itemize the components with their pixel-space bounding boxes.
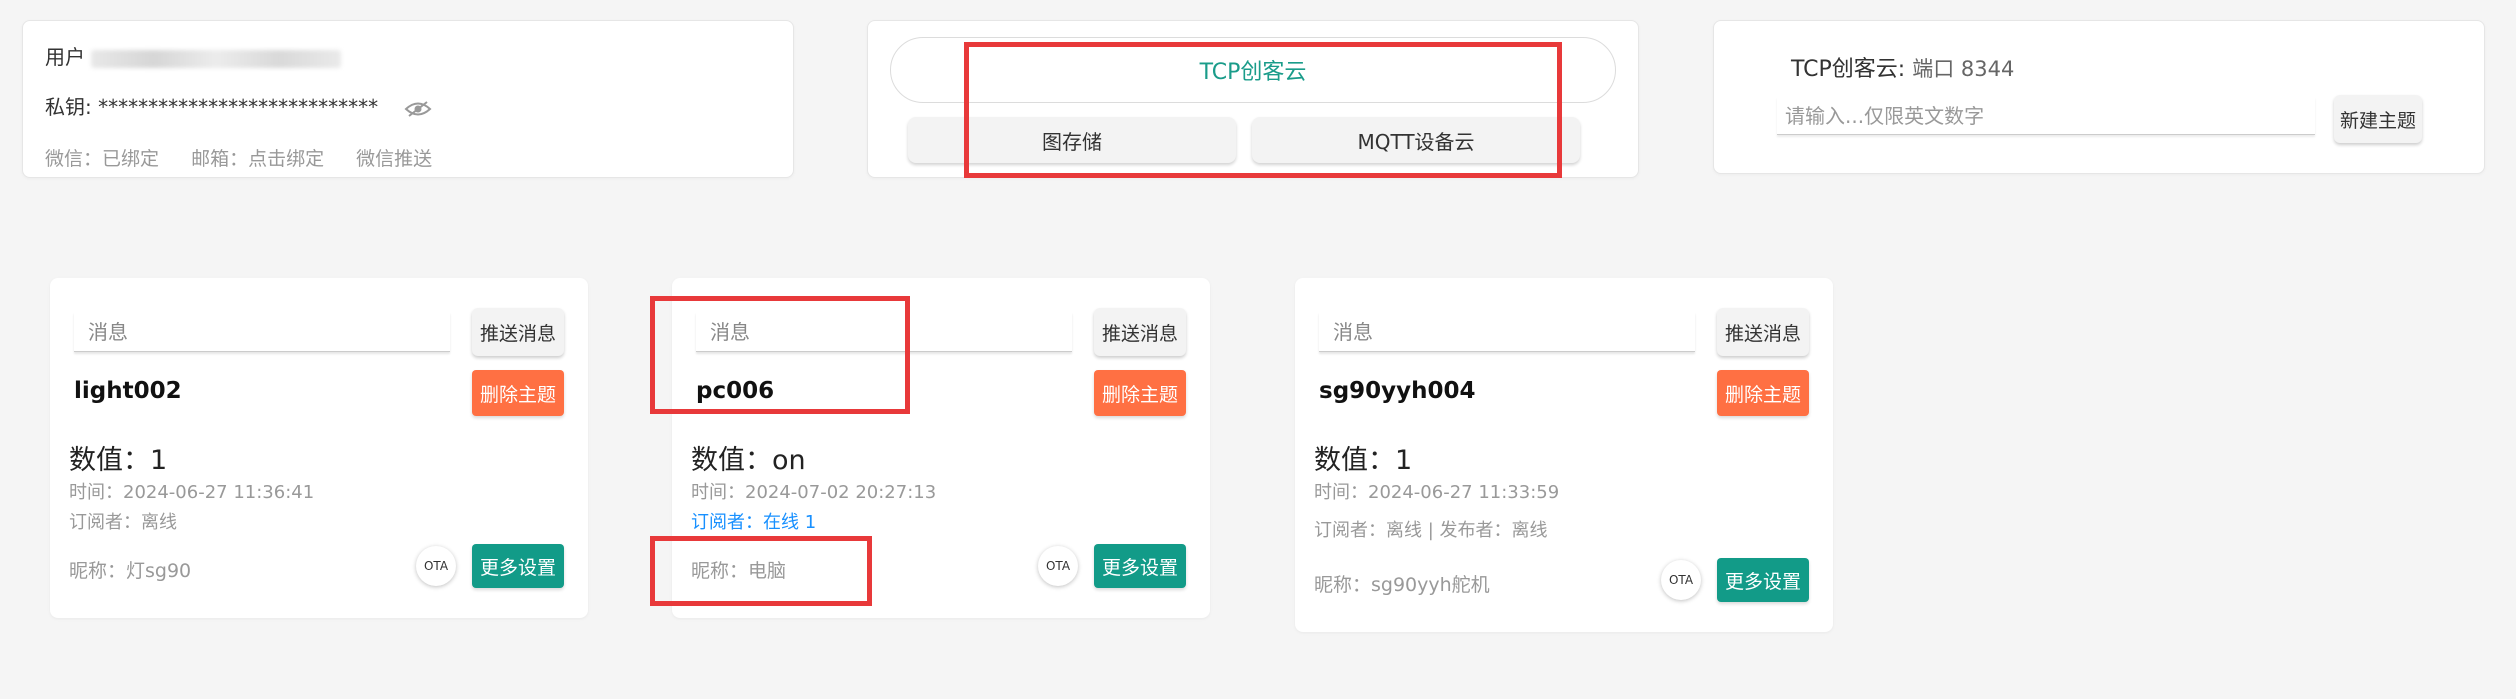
ota-button[interactable]: OTA (1661, 560, 1701, 600)
port-text: 端口 8344 (1912, 57, 2015, 81)
wechat-push-link[interactable]: 微信推送 (356, 148, 432, 170)
delete-topic-button[interactable]: 删除主题 (1094, 370, 1186, 416)
more-settings-button[interactable]: 更多设置 (1717, 558, 1809, 602)
push-message-button[interactable]: 推送消息 (472, 308, 564, 356)
subscriber-status: 订阅者：离线 (69, 512, 177, 533)
topic-name: light002 (74, 378, 182, 404)
key-value: **************************** (98, 95, 379, 119)
topic-name: sg90yyh004 (1319, 378, 1476, 404)
platform-label: TCP创客云: (1791, 57, 1906, 82)
key-label: 私钥: (45, 95, 92, 119)
time-text: 时间：2024-06-27 11:36:41 (69, 482, 315, 503)
username-redacted (91, 49, 342, 68)
push-message-button[interactable]: 推送消息 (1094, 308, 1186, 356)
value-text: 数值：1 (1314, 445, 1413, 476)
new-topic-button[interactable]: 新建主题 (2334, 95, 2422, 143)
device-card-sg90yyh004: 推送消息 sg90yyh004 删除主题 数值：1 时间：2024-06-27 … (1295, 278, 1833, 632)
device-card-light002: 推送消息 light002 删除主题 数值：1 时间：2024-06-27 11… (50, 278, 588, 618)
push-message-button[interactable]: 推送消息 (1717, 308, 1809, 356)
time-text: 时间：2024-07-02 20:27:13 (691, 482, 937, 503)
time-text: 时间：2024-06-27 11:33:59 (1314, 482, 1560, 503)
user-label: 用户 (45, 45, 85, 69)
topic-name: pc006 (696, 378, 775, 404)
nickname-text: 昵称：sg90yyh舵机 (1314, 574, 1490, 596)
topic-name-input[interactable] (1777, 97, 2315, 135)
subscriber-status: 订阅者：离线 | 发布者：离线 (1314, 520, 1548, 541)
mqtt-cloud-button[interactable]: MQTT设备云 (1252, 117, 1580, 163)
wechat-status[interactable]: 微信：已绑定 (45, 148, 159, 170)
nickname-text: 昵称：电脑 (691, 560, 787, 582)
message-input[interactable] (1319, 312, 1695, 352)
user-row: 用户 (45, 41, 342, 70)
platform-card: TCP创客云 图存储 MQTT设备云 (867, 20, 1639, 178)
account-card: 用户 私钥: **************************** 微信：已… (22, 20, 794, 178)
nickname-text: 昵称：灯sg90 (69, 560, 192, 582)
image-storage-button[interactable]: 图存储 (908, 117, 1236, 163)
eye-slash-icon[interactable] (404, 100, 432, 118)
delete-topic-button[interactable]: 删除主题 (472, 370, 564, 416)
tcp-cloud-button[interactable]: TCP创客云 (890, 37, 1616, 103)
port-info: TCP创客云: 端口 8344 (1791, 51, 2014, 83)
value-text: 数值：1 (69, 445, 168, 476)
more-settings-button[interactable]: 更多设置 (472, 544, 564, 588)
more-settings-button[interactable]: 更多设置 (1094, 544, 1186, 588)
new-topic-card: TCP创客云: 端口 8344 新建主题 (1713, 20, 2485, 174)
message-input[interactable] (696, 312, 1072, 352)
binding-links: 微信：已绑定 邮箱：点击绑定 微信推送 (45, 144, 458, 171)
value-text: 数值：on (691, 445, 806, 476)
ota-button[interactable]: OTA (1038, 546, 1078, 586)
delete-topic-button[interactable]: 删除主题 (1717, 370, 1809, 416)
message-input[interactable] (74, 312, 450, 352)
subscriber-status[interactable]: 订阅者：在线 1 (691, 508, 816, 534)
email-bind-link[interactable]: 邮箱：点击绑定 (191, 148, 324, 170)
key-row: 私钥: **************************** (45, 91, 432, 120)
ota-button[interactable]: OTA (416, 546, 456, 586)
device-card-pc006: 推送消息 pc006 删除主题 数值：on 时间：2024-07-02 20:2… (672, 278, 1210, 618)
